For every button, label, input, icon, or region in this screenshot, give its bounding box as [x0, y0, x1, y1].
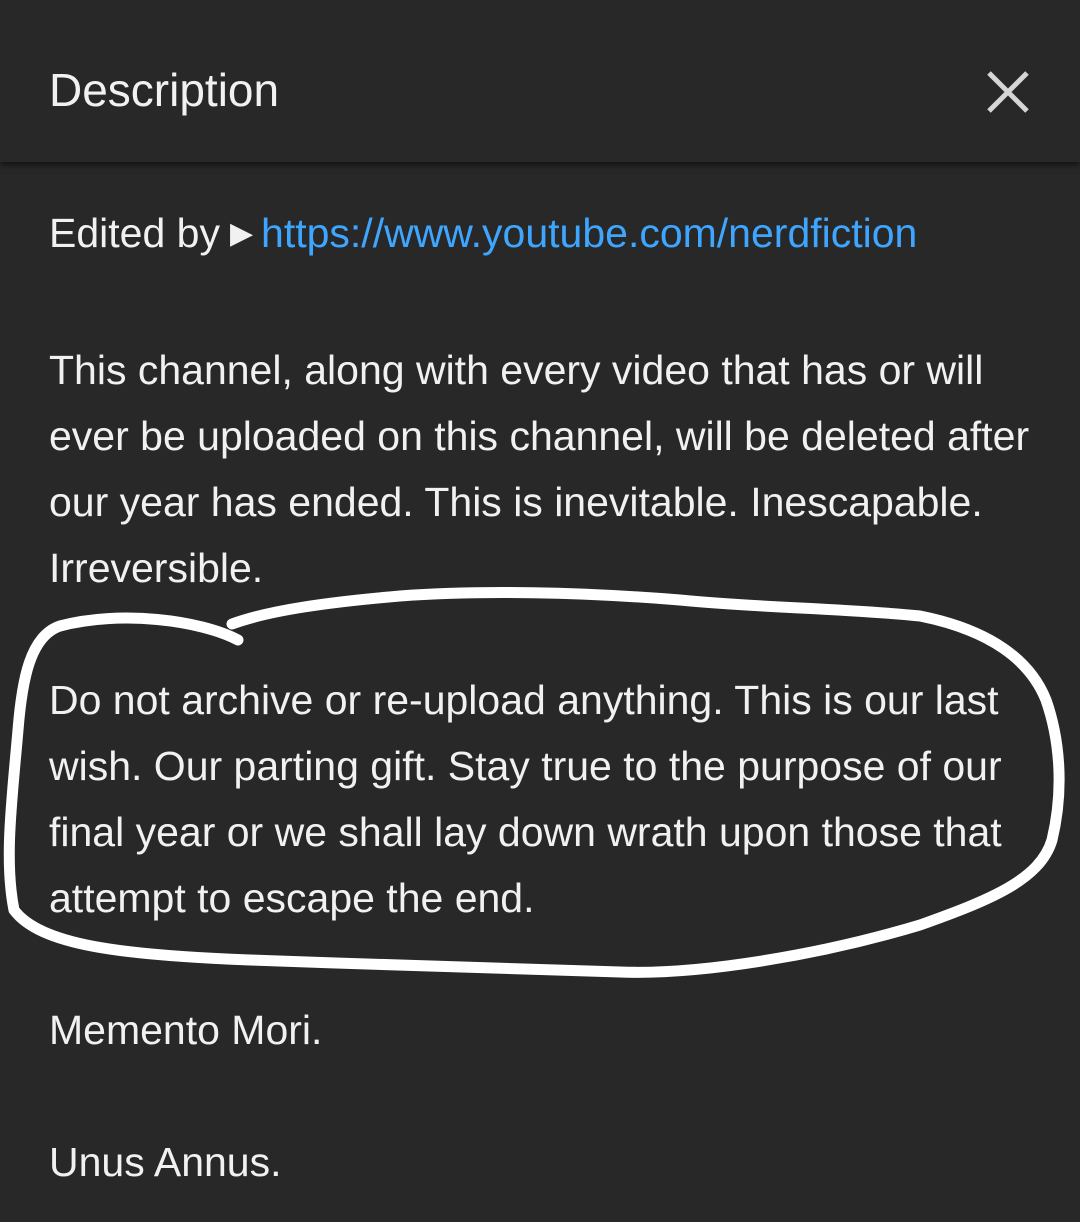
- description-body: Edited by ▶ https://www.youtube.com/nerdfi…: [49, 200, 1039, 1195]
- description-paragraph-2: Do not archive or re-upload anything. Th…: [49, 677, 1002, 921]
- edited-by-line: Edited by ▶ https://www.youtube.com/nerdfi…: [49, 200, 1039, 271]
- description-paragraph-1: This channel, along with every video tha…: [49, 347, 1030, 591]
- description-paragraph-4: Unus Annus.: [49, 1139, 282, 1185]
- close-button[interactable]: [980, 64, 1036, 120]
- panel-title: Description: [49, 64, 280, 116]
- play-icon: ▶: [229, 217, 254, 250]
- close-icon: [987, 71, 1029, 113]
- nerdfiction-channel-link[interactable]: https://www.youtube.com/nerdfiction: [261, 210, 917, 256]
- panel-header: Description: [0, 0, 1080, 162]
- description-paragraph-3: Memento Mori.: [49, 1007, 323, 1053]
- edited-by-label: Edited by: [49, 210, 220, 256]
